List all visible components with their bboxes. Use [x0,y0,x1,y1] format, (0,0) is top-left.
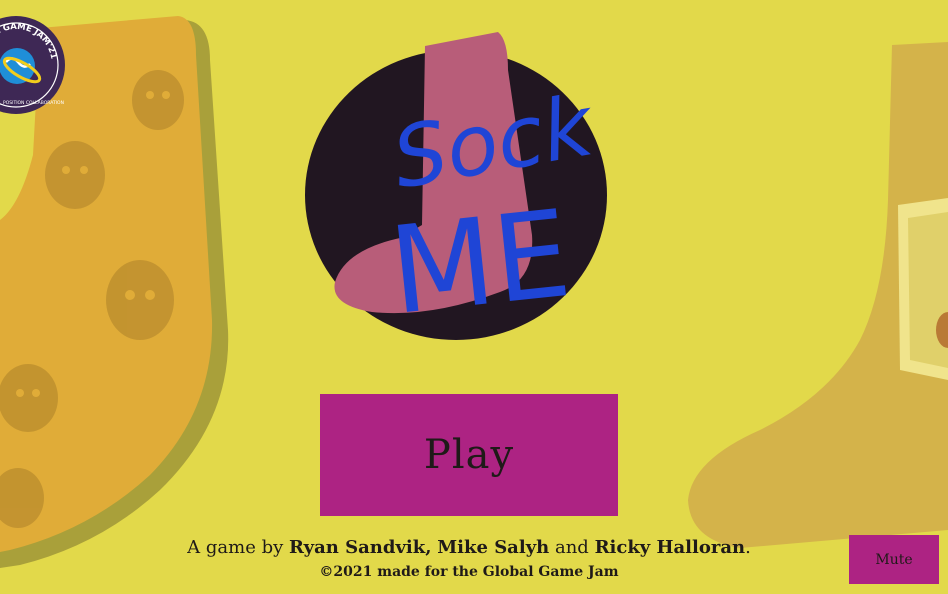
credits-suffix: . [745,537,751,558]
mute-button[interactable]: Mute [849,535,939,584]
credits-joiner: and [554,537,589,558]
copyright-text: ©2021 made for the Global Game Jam [319,564,619,580]
credits-author-3: Ricky Halloran [594,537,746,558]
play-button[interactable]: Play [320,394,618,516]
credits-author-2: Mike Salyh [437,537,550,558]
badge-bottom-text: POSITION COLLABORATION [3,100,64,106]
credits-prefix: A game by [187,537,289,558]
logo-word-me: ME [384,185,577,342]
credits-line: A game by Ryan Sandvik, Mike Salyh and R… [0,537,938,558]
global-game-jam-badge: GLOBAL GAME JAM'21 POSITION COLLABORATIO… [0,16,65,114]
credits-author-1: Ryan Sandvik, [289,537,432,558]
